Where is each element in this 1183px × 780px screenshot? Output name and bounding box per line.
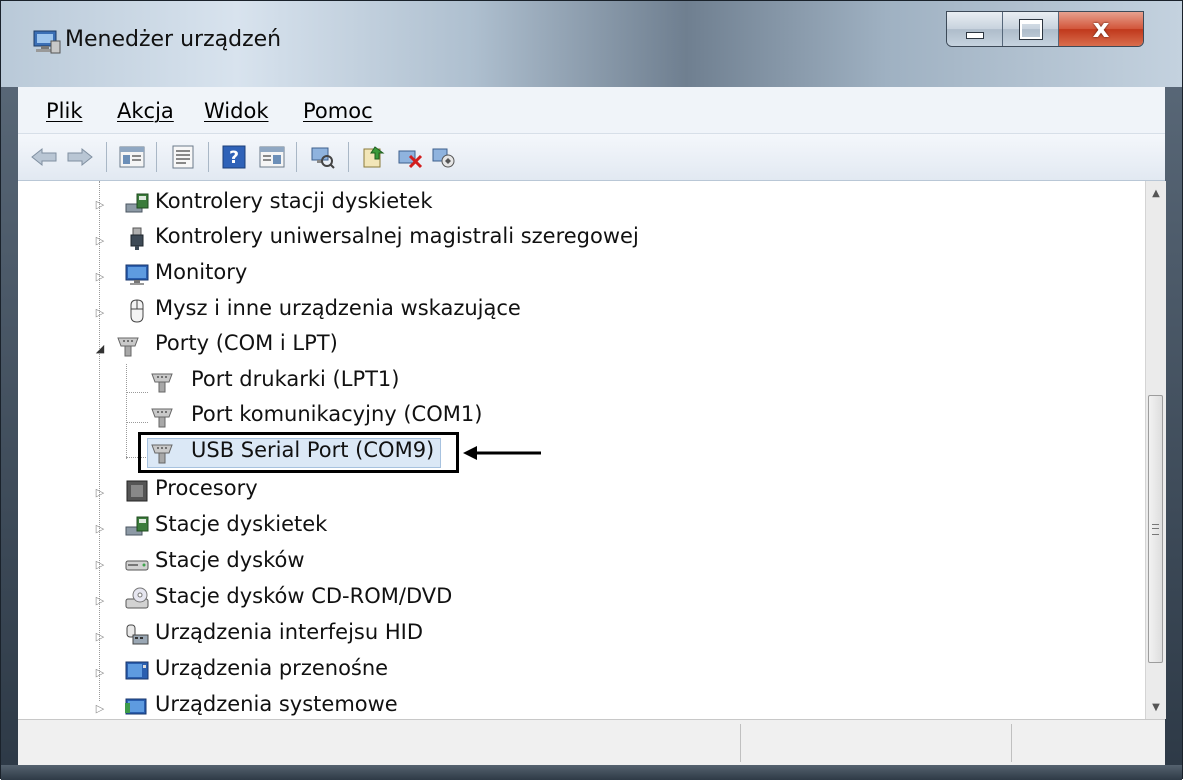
- caption-buttons: x: [946, 11, 1144, 47]
- processor-icon: [126, 480, 148, 502]
- scroll-up-icon[interactable]: ▲: [1146, 181, 1166, 205]
- tree-item-label[interactable]: Monitory: [155, 260, 247, 284]
- expand-arrow-icon[interactable]: ▷: [93, 485, 107, 499]
- title-bar[interactable]: Menedżer urządzeń x: [1, 1, 1182, 87]
- mouse-icon: [130, 299, 144, 323]
- tree-item-label[interactable]: Port drukarki (LPT1): [191, 367, 399, 391]
- expand-arrow-icon[interactable]: ▷: [93, 269, 107, 283]
- status-divider: [740, 724, 741, 762]
- tree-item-label[interactable]: Stacje dysków CD-ROM/DVD: [155, 584, 452, 608]
- window-title: Menedżer urządzeń: [65, 27, 282, 52]
- maximize-icon: [1019, 19, 1042, 39]
- vertical-scrollbar[interactable]: ▲ ▼: [1145, 181, 1166, 719]
- tree-item-label[interactable]: Urządzenia przenośne: [155, 656, 388, 680]
- forward-button[interactable]: [64, 141, 96, 173]
- help-button[interactable]: ?: [218, 141, 250, 173]
- properties-icon: [119, 146, 145, 168]
- status-divider: [1011, 724, 1012, 762]
- expand-arrow-icon[interactable]: ▷: [93, 197, 107, 211]
- portable-device-icon: [125, 661, 149, 680]
- expand-arrow-icon[interactable]: ▷: [93, 593, 107, 607]
- properties-button[interactable]: [116, 141, 148, 173]
- tree-item-label[interactable]: Stacje dyskietek: [155, 512, 327, 536]
- expand-arrow-icon[interactable]: ▷: [93, 233, 107, 247]
- tree-item-label[interactable]: Procesory: [155, 476, 258, 500]
- cd-drive-icon: [125, 587, 149, 609]
- disable-device-icon: [432, 148, 455, 168]
- tree-item-label[interactable]: Mysz i inne urządzenia wskazujące: [155, 296, 521, 320]
- expand-arrow-icon[interactable]: ▷: [93, 665, 107, 679]
- floppy-drive-icon: [125, 516, 149, 536]
- help-icon: ?: [222, 145, 246, 169]
- tree-item-label[interactable]: Porty (COM i LPT): [155, 331, 338, 355]
- maximize-button[interactable]: [1003, 12, 1059, 46]
- grip-icon: [1152, 523, 1159, 535]
- device-manager-icon: [33, 30, 61, 54]
- menu-bar: Plik Akcja Widok Pomoc: [18, 87, 1165, 134]
- console-icon: [259, 146, 285, 168]
- svg-text:?: ?: [229, 148, 239, 168]
- annotation-arrow-icon: [463, 446, 541, 460]
- expand-arrow-icon[interactable]: ▷: [93, 521, 107, 535]
- tree-connector: [126, 364, 127, 459]
- usb-plug-icon: [130, 227, 144, 250]
- minimize-button[interactable]: [947, 12, 1003, 46]
- toolbar-separator: [348, 142, 349, 172]
- menu-plik[interactable]: Plik: [46, 99, 83, 123]
- view-icon: [172, 145, 194, 169]
- scroll-thumb[interactable]: [1148, 395, 1163, 663]
- disable-device-button[interactable]: [428, 141, 460, 173]
- toolbar-separator: [106, 142, 107, 172]
- highlight-box: [138, 432, 459, 473]
- console-button[interactable]: [256, 141, 288, 173]
- scan-hardware-icon: [311, 147, 335, 169]
- expand-arrow-icon[interactable]: ▷: [93, 701, 107, 715]
- minimize-icon: [965, 31, 984, 39]
- tree-item-label[interactable]: Kontrolery uniwersalnej magistrali szere…: [155, 224, 639, 248]
- tree-item-label[interactable]: Port komunikacyjny (COM1): [191, 402, 482, 426]
- update-driver-button[interactable]: [358, 141, 390, 173]
- toolbar: ?: [18, 134, 1165, 181]
- menu-akcja[interactable]: Akcja: [117, 99, 174, 123]
- uninstall-device-button[interactable]: [394, 141, 426, 173]
- update-driver-icon: [363, 146, 385, 168]
- port-icon: [117, 337, 139, 357]
- floppy-controller-icon: [125, 193, 149, 213]
- port-icon: [151, 408, 173, 428]
- toolbar-separator: [296, 142, 297, 172]
- tree-item-label[interactable]: Urządzenia interfejsu HID: [155, 620, 423, 644]
- tree-connector: [99, 181, 100, 701]
- toolbar-separator: [208, 142, 209, 172]
- hid-icon: [126, 624, 149, 645]
- back-button[interactable]: [28, 141, 60, 173]
- system-device-icon: [125, 698, 147, 715]
- menu-widok[interactable]: Widok: [204, 99, 268, 123]
- scroll-down-icon[interactable]: ▼: [1146, 695, 1166, 719]
- scan-hardware-button[interactable]: [306, 141, 338, 173]
- tree-item-label[interactable]: Kontrolery stacji dyskietek: [155, 189, 433, 213]
- toolbar-separator: [156, 142, 157, 172]
- menu-pomoc[interactable]: Pomoc: [303, 99, 373, 123]
- collapse-arrow-icon[interactable]: ◢: [93, 341, 107, 355]
- status-bar: [18, 719, 1165, 766]
- tree-connector: [126, 422, 148, 423]
- port-icon: [151, 373, 173, 393]
- close-button[interactable]: x: [1059, 12, 1143, 46]
- window-bottom-frame: [1, 765, 1182, 780]
- tree-item-label[interactable]: Urządzenia systemowe: [155, 692, 398, 716]
- forward-arrow-icon: [67, 147, 93, 167]
- uninstall-device-icon: [398, 150, 423, 169]
- monitor-icon: [125, 264, 149, 285]
- close-icon: x: [1092, 14, 1110, 44]
- expand-arrow-icon[interactable]: ▷: [93, 557, 107, 571]
- expand-arrow-icon[interactable]: ▷: [93, 305, 107, 319]
- view-button[interactable]: [168, 141, 200, 173]
- back-arrow-icon: [31, 147, 57, 167]
- tree-connector: [126, 392, 148, 393]
- device-manager-window: Menedżer urządzeń x Plik Akcja Widok Pom…: [0, 0, 1183, 780]
- disk-drive-icon: [125, 560, 149, 571]
- expand-arrow-icon[interactable]: ▷: [93, 629, 107, 643]
- tree-item-label[interactable]: Stacje dysków: [155, 548, 305, 572]
